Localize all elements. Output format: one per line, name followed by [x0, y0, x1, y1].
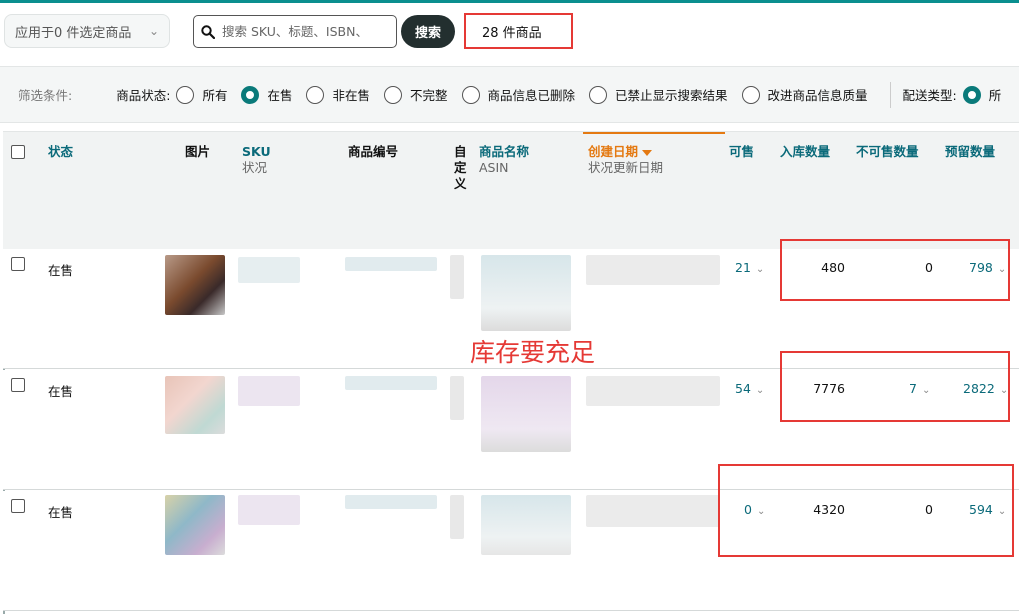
annotation-box: [718, 464, 1014, 557]
status-radio-all[interactable]: 所有: [176, 85, 227, 104]
created-date-blurred: [586, 376, 720, 406]
chevron-down-icon: ⌄: [148, 24, 159, 38]
annotation-box: [780, 239, 1010, 301]
top-accent-line: [0, 0, 1019, 3]
custom-blurred: [450, 495, 464, 539]
radio-label: 不完整: [409, 88, 448, 103]
sort-indicator-line: [583, 132, 725, 134]
product-image: [165, 376, 225, 434]
radio-dot: [176, 85, 195, 104]
radio-dot: [241, 85, 260, 104]
header-inbound[interactable]: 入库数量: [780, 144, 830, 160]
filter-label: 筛选条件:: [18, 88, 73, 103]
apply-to-selected-dropdown[interactable]: 应用于0 件选定商品 ⌄: [4, 14, 170, 48]
product-name-blurred[interactable]: [481, 376, 571, 452]
available-qty[interactable]: 21 ⌄: [735, 260, 764, 275]
search-input[interactable]: [222, 24, 390, 39]
radio-label: 已禁止显示搜索结果: [615, 88, 728, 103]
sort-desc-icon: [642, 149, 653, 156]
search-field[interactable]: [193, 15, 397, 48]
sku-blurred: [238, 257, 300, 283]
row-checkbox[interactable]: [11, 378, 25, 392]
custom-blurred: [450, 255, 464, 299]
header-unfulfillable[interactable]: 不可售数量: [856, 144, 919, 160]
filter-divider: [889, 81, 891, 108]
radio-label: 所有: [202, 88, 228, 103]
product-image: [165, 255, 225, 315]
search-icon: [194, 24, 222, 39]
product-name-blurred[interactable]: [481, 255, 571, 331]
header-created-sub: 状况更新日期: [588, 160, 664, 175]
created-date-blurred: [586, 495, 720, 527]
header-name-sub: ASIN: [479, 160, 509, 175]
radio-dot: [741, 85, 760, 104]
product-image: [165, 495, 225, 555]
row-status: 在售: [48, 505, 74, 520]
header-created-label: 创建日期: [588, 144, 639, 159]
status-radio-incomplete[interactable]: 不完整: [383, 85, 448, 104]
header-sku[interactable]: SKU 状况: [242, 144, 271, 176]
annotation-text: 库存要充足: [470, 338, 596, 367]
row-status: 在售: [48, 263, 74, 278]
header-reserved[interactable]: 预留数量: [945, 144, 995, 160]
product-id-blurred: [345, 376, 437, 390]
annotation-box: [780, 351, 1010, 422]
radio-dot: [461, 85, 480, 104]
created-date-blurred: [586, 255, 720, 285]
status-radio-improve-quality[interactable]: 改进商品信息质量: [741, 85, 868, 104]
radio-dot: [589, 85, 608, 104]
header-sku-label: SKU: [242, 144, 271, 159]
select-all-checkbox[interactable]: [11, 145, 25, 159]
product-name-blurred[interactable]: [481, 495, 571, 555]
table-header: 状态 图片 SKU 状况 商品编号 自定义 商品名称 ASIN 创建日期 状况更…: [3, 131, 1019, 249]
row-checkbox[interactable]: [11, 257, 25, 271]
radio-label: 非在售: [332, 88, 370, 103]
delivery-filter-label: 配送类型:: [902, 88, 957, 103]
radio-dot: [383, 85, 402, 104]
header-status[interactable]: 状态: [48, 144, 73, 160]
available-value: 54: [735, 381, 751, 396]
radio-label: 商品信息已删除: [487, 88, 576, 103]
header-image: 图片: [185, 144, 211, 159]
radio-dot: [306, 85, 325, 104]
radio-label: 改进商品信息质量: [767, 88, 868, 103]
header-product-id: 商品编号: [348, 144, 399, 159]
header-available[interactable]: 可售: [729, 144, 754, 160]
sku-blurred: [238, 376, 300, 406]
row-checkbox[interactable]: [11, 499, 25, 513]
chevron-down-icon: ⌄: [755, 385, 765, 396]
search-button[interactable]: 搜索: [401, 15, 455, 48]
header-sku-sub: 状况: [242, 160, 268, 175]
status-filter-label: 商品状态:: [116, 88, 171, 103]
custom-blurred: [450, 376, 464, 420]
status-radio-suppressed[interactable]: 已禁止显示搜索结果: [589, 85, 728, 104]
result-count: 28 件商品: [464, 13, 573, 49]
row-status: 在售: [48, 384, 74, 399]
header-product-name[interactable]: 商品名称 ASIN: [479, 144, 529, 176]
apply-label: 应用于0 件选定商品: [15, 25, 132, 41]
delivery-radio-all[interactable]: 所: [962, 85, 1002, 104]
header-created-date[interactable]: 创建日期 状况更新日期: [588, 144, 663, 176]
chevron-down-icon: ⌄: [755, 264, 765, 275]
product-id-blurred: [345, 257, 437, 271]
status-radio-active[interactable]: 在售: [241, 85, 292, 104]
header-name-label: 商品名称: [479, 144, 530, 159]
filter-bar: 筛选条件: 商品状态: 所有 在售 非在售 不完整 商品信息已删除 已禁止显示搜…: [0, 66, 1019, 123]
radio-dot: [962, 85, 981, 104]
available-qty[interactable]: 54 ⌄: [735, 381, 764, 396]
radio-label: 在售: [267, 88, 293, 103]
available-value: 21: [735, 260, 751, 275]
status-radio-inactive[interactable]: 非在售: [306, 85, 370, 104]
status-radio-deleted[interactable]: 商品信息已删除: [461, 85, 576, 104]
product-id-blurred: [345, 495, 437, 509]
header-custom: 自定义: [454, 144, 467, 191]
sku-blurred: [238, 495, 300, 525]
radio-label: 所: [988, 88, 1002, 103]
